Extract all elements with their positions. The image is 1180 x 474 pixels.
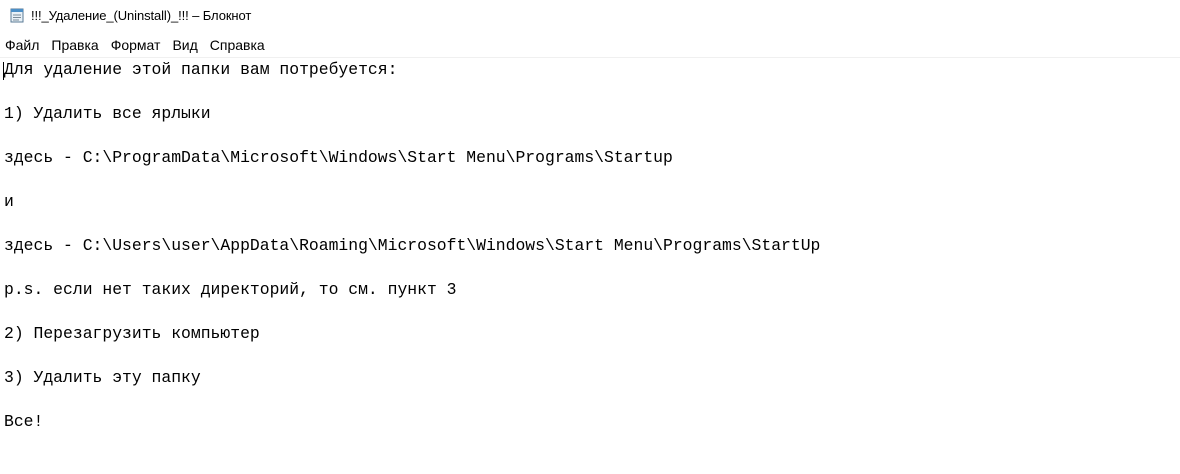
title-bar: !!!_Удаление_(Uninstall)_!!! – Блокнот [0,0,1180,30]
notepad-icon [9,7,25,23]
text-editor[interactable]: Для удаление этой папки вам потребуется:… [0,58,1180,474]
menu-bar: Файл Правка Формат Вид Справка [0,34,1180,58]
menu-format[interactable]: Формат [106,34,168,57]
menu-help[interactable]: Справка [205,34,272,57]
window-title: !!!_Удаление_(Uninstall)_!!! – Блокнот [31,7,252,23]
text-line: и [4,192,14,211]
text-line: 3) Удалить эту папку [4,368,201,387]
menu-view[interactable]: Вид [167,34,204,57]
text-line: 2) Перезагрузить компьютер [4,324,260,343]
menu-file[interactable]: Файл [0,34,46,57]
text-line: Для удаление этой папки вам потребуется: [4,60,398,79]
text-line: Все! [4,412,44,431]
text-line: здесь - C:\Users\user\AppData\Roaming\Mi… [4,236,821,255]
text-line: 1) Удалить все ярлыки [4,104,211,123]
menu-edit[interactable]: Правка [46,34,105,57]
text-line: p.s. если нет таких директорий, то см. п… [4,280,457,299]
text-line: здесь - C:\ProgramData\Microsoft\Windows… [4,148,673,167]
